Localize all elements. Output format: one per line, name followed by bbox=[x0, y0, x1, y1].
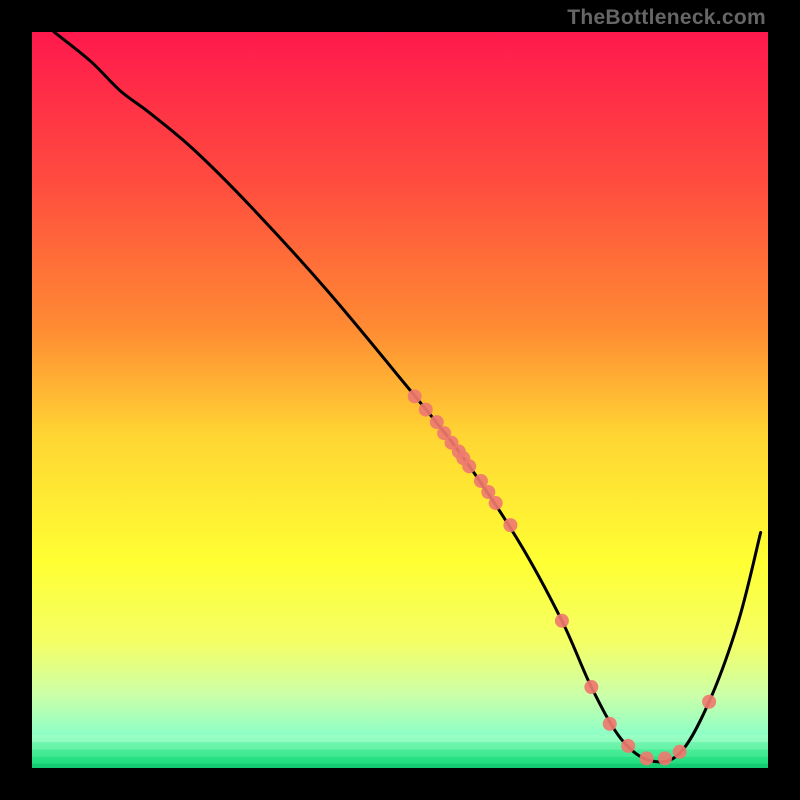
chart-svg bbox=[32, 32, 768, 768]
gradient-band bbox=[32, 750, 768, 757]
highlight-point bbox=[584, 680, 598, 694]
highlight-point bbox=[489, 496, 503, 510]
highlight-point bbox=[658, 751, 672, 765]
chart-stage: TheBottleneck.com bbox=[0, 0, 800, 800]
highlight-point bbox=[621, 739, 635, 753]
gradient-band bbox=[32, 742, 768, 749]
highlight-point bbox=[640, 751, 654, 765]
highlight-point bbox=[673, 745, 687, 759]
highlight-point bbox=[603, 717, 617, 731]
highlight-point bbox=[555, 614, 569, 628]
gradient-background bbox=[32, 32, 768, 768]
highlight-point bbox=[462, 459, 476, 473]
gradient-band bbox=[32, 735, 768, 742]
highlight-point bbox=[702, 695, 716, 709]
attribution-text: TheBottleneck.com bbox=[567, 6, 766, 30]
highlight-point bbox=[419, 403, 433, 417]
highlight-point bbox=[408, 389, 422, 403]
highlight-point bbox=[503, 518, 517, 532]
gradient-band bbox=[32, 764, 768, 768]
plot-area bbox=[32, 32, 768, 768]
